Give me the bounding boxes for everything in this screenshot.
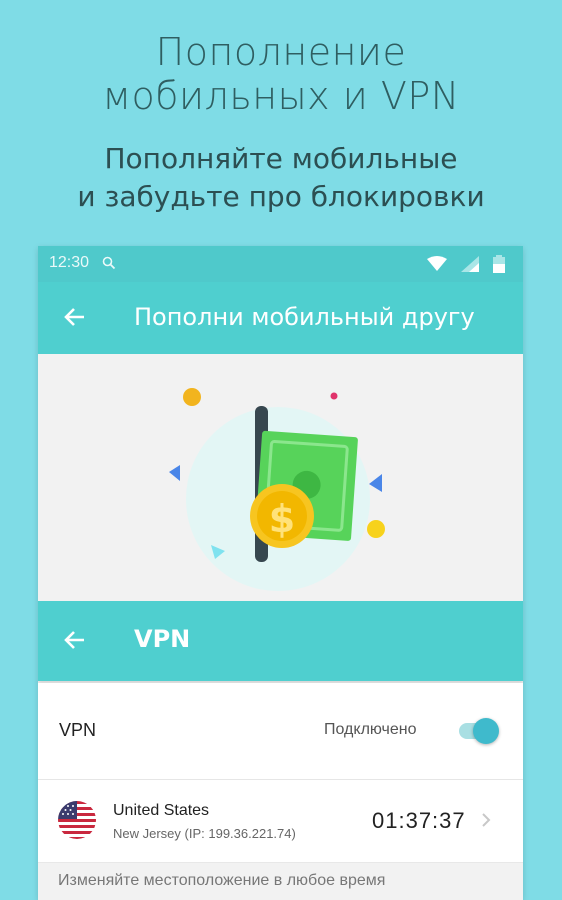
location-hint-text: Изменяйте местоположение в любое время (58, 872, 386, 889)
status-time: 12:30 (49, 254, 90, 271)
promo-title-line: мобильных и VPN (102, 74, 460, 118)
vpn-title: VPN (134, 625, 191, 653)
wifi-icon (427, 256, 447, 277)
battery-icon (493, 255, 505, 278)
topup-title: Пополни мобильный другу (134, 303, 475, 331)
vpn-label: VPN (59, 720, 97, 740)
decor-dot-yellow (367, 520, 385, 538)
dollar-coin: $ (250, 484, 314, 548)
promo-subtitle: Пополняйте мобильные и забудьте про блок… (0, 140, 562, 216)
decor-dot-pink (330, 392, 338, 400)
status-bar: 12:30 (38, 246, 523, 282)
arrow-left-icon[interactable] (62, 304, 88, 335)
svg-text:$: $ (269, 497, 295, 541)
decor-triangle-blue (169, 465, 180, 481)
location-region: New Jersey (IP: 199.36.221.74) (113, 826, 296, 841)
location-row[interactable]: United States New Jersey (IP: 199.36.221… (38, 780, 523, 862)
us-flag-icon (58, 801, 96, 839)
topup-app-bar: Пополни мобильный другу (38, 282, 523, 354)
connection-timer: 01:37:37 (372, 808, 466, 833)
vpn-app-bar: VPN (38, 601, 523, 681)
decor-triangle-blue (369, 474, 382, 492)
arrow-left-icon[interactable] (62, 627, 88, 658)
toggle-knob[interactable] (473, 718, 499, 744)
connection-status: Подключено (324, 721, 417, 738)
money-illustration: $ (38, 354, 523, 601)
phone-screen: 12:30 Пополни мобильный другу $ VPN VPN … (38, 246, 523, 900)
location-country: United States (113, 802, 210, 819)
location-hint: Изменяйте местоположение в любое время (38, 862, 523, 900)
vpn-toggle-row: VPN Подключено (38, 683, 523, 780)
decor-dot-orange (183, 388, 201, 406)
signal-icon (461, 256, 479, 277)
promo-title-line: Пополнение (155, 30, 407, 74)
search-icon (102, 256, 116, 275)
promo-subtitle-line: Пополняйте мобильные (104, 142, 458, 175)
promo-subtitle-line: и забудьте про блокировки (77, 180, 485, 213)
promo-title: Пополнение мобильных и VPN (0, 30, 562, 118)
chevron-right-icon[interactable] (480, 811, 492, 834)
